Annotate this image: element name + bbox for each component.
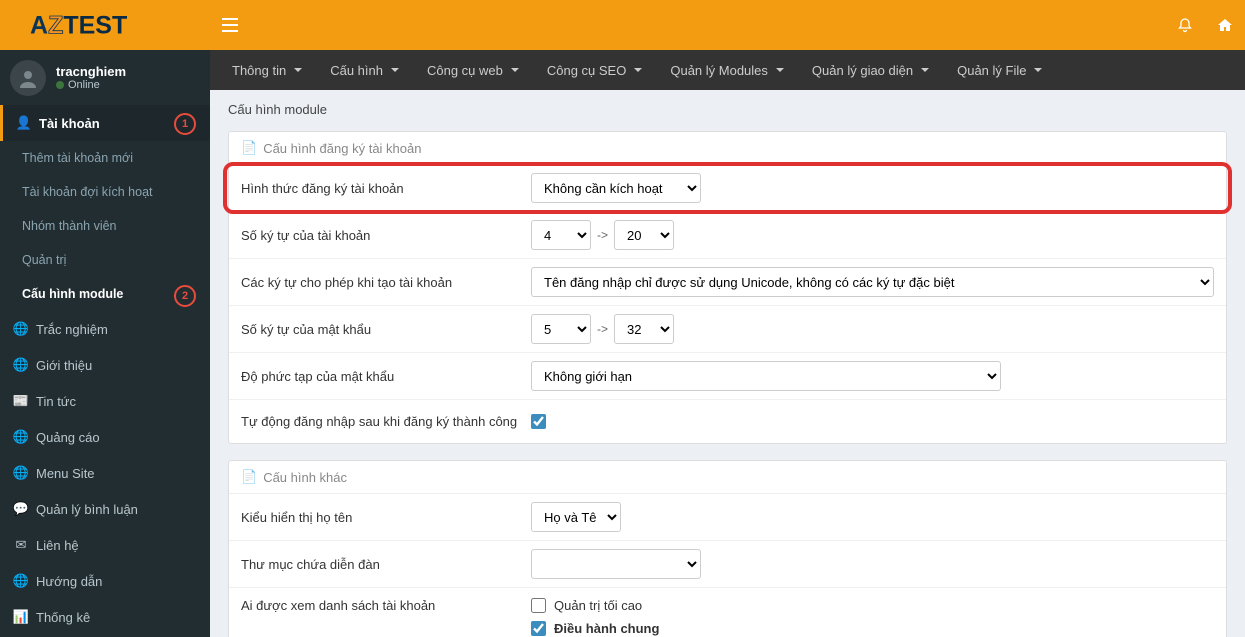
page-title: Cấu hình module <box>228 102 1227 117</box>
sidebar-item-quiz[interactable]: 🌐Trắc nghiệm <box>0 311 210 347</box>
panel-head: 📄 Cấu hình đăng ký tài khoản <box>229 132 1226 165</box>
nav-webtools[interactable]: Công cụ web <box>415 53 531 88</box>
sidebar-item-news[interactable]: 📰Tin tức <box>0 383 210 419</box>
sidebar-item-pending[interactable]: Tài khoản đợi kích hoạt <box>0 175 210 209</box>
sidebar-item-contact[interactable]: ✉Liên hệ <box>0 527 210 563</box>
panel-register-config: 📄 Cấu hình đăng ký tài khoản Hình thức đ… <box>228 131 1227 444</box>
select-pw-max[interactable]: 32 <box>614 314 674 344</box>
select-acc-max[interactable]: 20 <box>614 220 674 250</box>
nav-modules[interactable]: Quản lý Modules <box>658 53 796 88</box>
label-pw-complex: Độ phức tạp của mật khẩu <box>241 369 531 384</box>
nav-themes[interactable]: Quản lý giao diện <box>800 53 941 88</box>
sidebar-item-module-config[interactable]: Cấu hình module 2 <box>0 277 210 311</box>
row-reg-method: Hình thức đăng ký tài khoản Không cần kí… <box>229 165 1226 211</box>
row-pw-chars: Số ký tự của mật khẩu 5 -> 32 <box>229 305 1226 352</box>
label-pw-chars: Số ký tự của mật khẩu <box>241 322 531 337</box>
notifications-icon[interactable] <box>1165 0 1205 50</box>
brand-logo[interactable]: AZTEST <box>0 0 210 50</box>
row-pw-complex: Độ phức tạp của mật khẩu Không giới hạn <box>229 352 1226 399</box>
label-forum-dir: Thư mục chứa diễn đàn <box>241 557 531 572</box>
globe-icon: 🌐 <box>14 465 28 481</box>
secondary-navbar: Thông tin Cấu hình Công cụ web Công cụ S… <box>210 50 1245 90</box>
label-auto-login: Tự động đăng nhập sau khi đăng ký thành … <box>241 414 531 429</box>
nav-info[interactable]: Thông tin <box>220 53 314 88</box>
caret-icon <box>391 68 399 72</box>
sidebar-item-guide[interactable]: 🌐Hướng dẫn <box>0 563 210 599</box>
sidebar-item-menu[interactable]: 🌐Menu Site <box>0 455 210 491</box>
globe-icon: 🌐 <box>14 357 28 373</box>
panel-other-config: 📄 Cấu hình khác Kiểu hiển thị họ tên Họ … <box>228 460 1227 637</box>
globe-icon: 🌐 <box>14 429 28 445</box>
select-pw-min[interactable]: 5 <box>531 314 591 344</box>
user-panel: tracnghiem Online <box>0 50 210 105</box>
nav-files[interactable]: Quản lý File <box>945 53 1054 88</box>
label-name-display: Kiểu hiển thị họ tên <box>241 510 531 525</box>
nav-seotools[interactable]: Công cụ SEO <box>535 53 655 88</box>
caret-icon <box>511 68 519 72</box>
sidebar-item-about[interactable]: 🌐Giới thiệu <box>0 347 210 383</box>
content: Cấu hình module 📄 Cấu hình đăng ký tài k… <box>210 90 1245 637</box>
home-icon[interactable] <box>1205 0 1245 50</box>
checkbox-auto-login[interactable] <box>531 414 546 429</box>
annotation-circle-1: 1 <box>174 113 196 135</box>
arrow-icon: -> <box>597 322 608 336</box>
select-acc-min[interactable]: 4 <box>531 220 591 250</box>
row-auto-login: Tự động đăng nhập sau khi đăng ký thành … <box>229 399 1226 443</box>
mail-icon: ✉ <box>14 537 28 553</box>
annotation-circle-2: 2 <box>174 285 196 307</box>
caret-icon <box>1034 68 1042 72</box>
file-icon: 📄 <box>241 140 257 156</box>
caret-icon <box>921 68 929 72</box>
checkbox-general-admin[interactable] <box>531 621 546 636</box>
select-name-display[interactable]: Họ và Tên <box>531 502 621 532</box>
label-reg-method: Hình thức đăng ký tài khoản <box>241 181 531 196</box>
caret-icon <box>294 68 302 72</box>
user-name: tracnghiem <box>56 64 126 79</box>
avatar <box>10 60 46 96</box>
nav-config[interactable]: Cấu hình <box>318 53 411 88</box>
globe-icon: 🌐 <box>14 321 28 337</box>
chart-icon: 📊 <box>14 609 28 625</box>
sidebar-item-groups[interactable]: Nhóm thành viên <box>0 209 210 243</box>
topbar: AZTEST <box>0 0 1245 50</box>
file-icon: 📄 <box>241 469 257 485</box>
sidebar-item-ads[interactable]: 🌐Quảng cáo <box>0 419 210 455</box>
row-name-display: Kiểu hiển thị họ tên Họ và Tên <box>229 494 1226 540</box>
select-forum-dir[interactable] <box>531 549 701 579</box>
sidebar-section-account[interactable]: 👤Tài khoản 1 Thêm tài khoản mới Tài khoả… <box>0 105 210 311</box>
comment-icon: 💬 <box>14 501 28 517</box>
panel-head: 📄 Cấu hình khác <box>229 461 1226 494</box>
sidebar-item-admin[interactable]: Quản trị <box>0 243 210 277</box>
select-reg-method[interactable]: Không cần kích hoạt <box>531 173 701 203</box>
row-viewers: Ai được xem danh sách tài khoản Quản trị… <box>229 587 1226 637</box>
caret-icon <box>776 68 784 72</box>
label-allowed-chars: Các ký tự cho phép khi tạo tài khoản <box>241 275 531 290</box>
row-allowed-chars: Các ký tự cho phép khi tạo tài khoản Tên… <box>229 258 1226 305</box>
sidebar-item-add-account[interactable]: Thêm tài khoản mới <box>0 141 210 175</box>
user-status: Online <box>56 79 126 91</box>
sidebar: tracnghiem Online 👤Tài khoản 1 Thêm tài … <box>0 50 210 637</box>
sidebar-item-stats[interactable]: 📊Thống kê <box>0 599 210 635</box>
checkbox-super-admin[interactable] <box>531 598 546 613</box>
globe-icon: 🌐 <box>14 573 28 589</box>
sidebar-item-comments[interactable]: 💬Quản lý bình luận <box>0 491 210 527</box>
caret-icon <box>634 68 642 72</box>
checkbox-row-general-admin[interactable]: Điều hành chung <box>531 621 659 636</box>
news-icon: 📰 <box>14 393 28 409</box>
select-allowed-chars[interactable]: Tên đăng nhập chỉ được sử dụng Unicode, … <box>531 267 1214 297</box>
checkbox-row-super-admin[interactable]: Quản trị tối cao <box>531 598 659 613</box>
label-viewers: Ai được xem danh sách tài khoản <box>241 596 531 613</box>
row-forum-dir: Thư mục chứa diễn đàn <box>229 540 1226 587</box>
select-pw-complex[interactable]: Không giới hạn <box>531 361 1001 391</box>
toggle-sidebar-button[interactable] <box>210 0 250 50</box>
status-dot-icon <box>56 81 64 89</box>
row-acc-chars: Số ký tự của tài khoản 4 -> 20 <box>229 211 1226 258</box>
user-icon: 👤 <box>17 115 31 131</box>
svg-text:AZTEST: AZTEST <box>30 11 127 39</box>
label-acc-chars: Số ký tự của tài khoản <box>241 228 531 243</box>
arrow-icon: -> <box>597 228 608 242</box>
